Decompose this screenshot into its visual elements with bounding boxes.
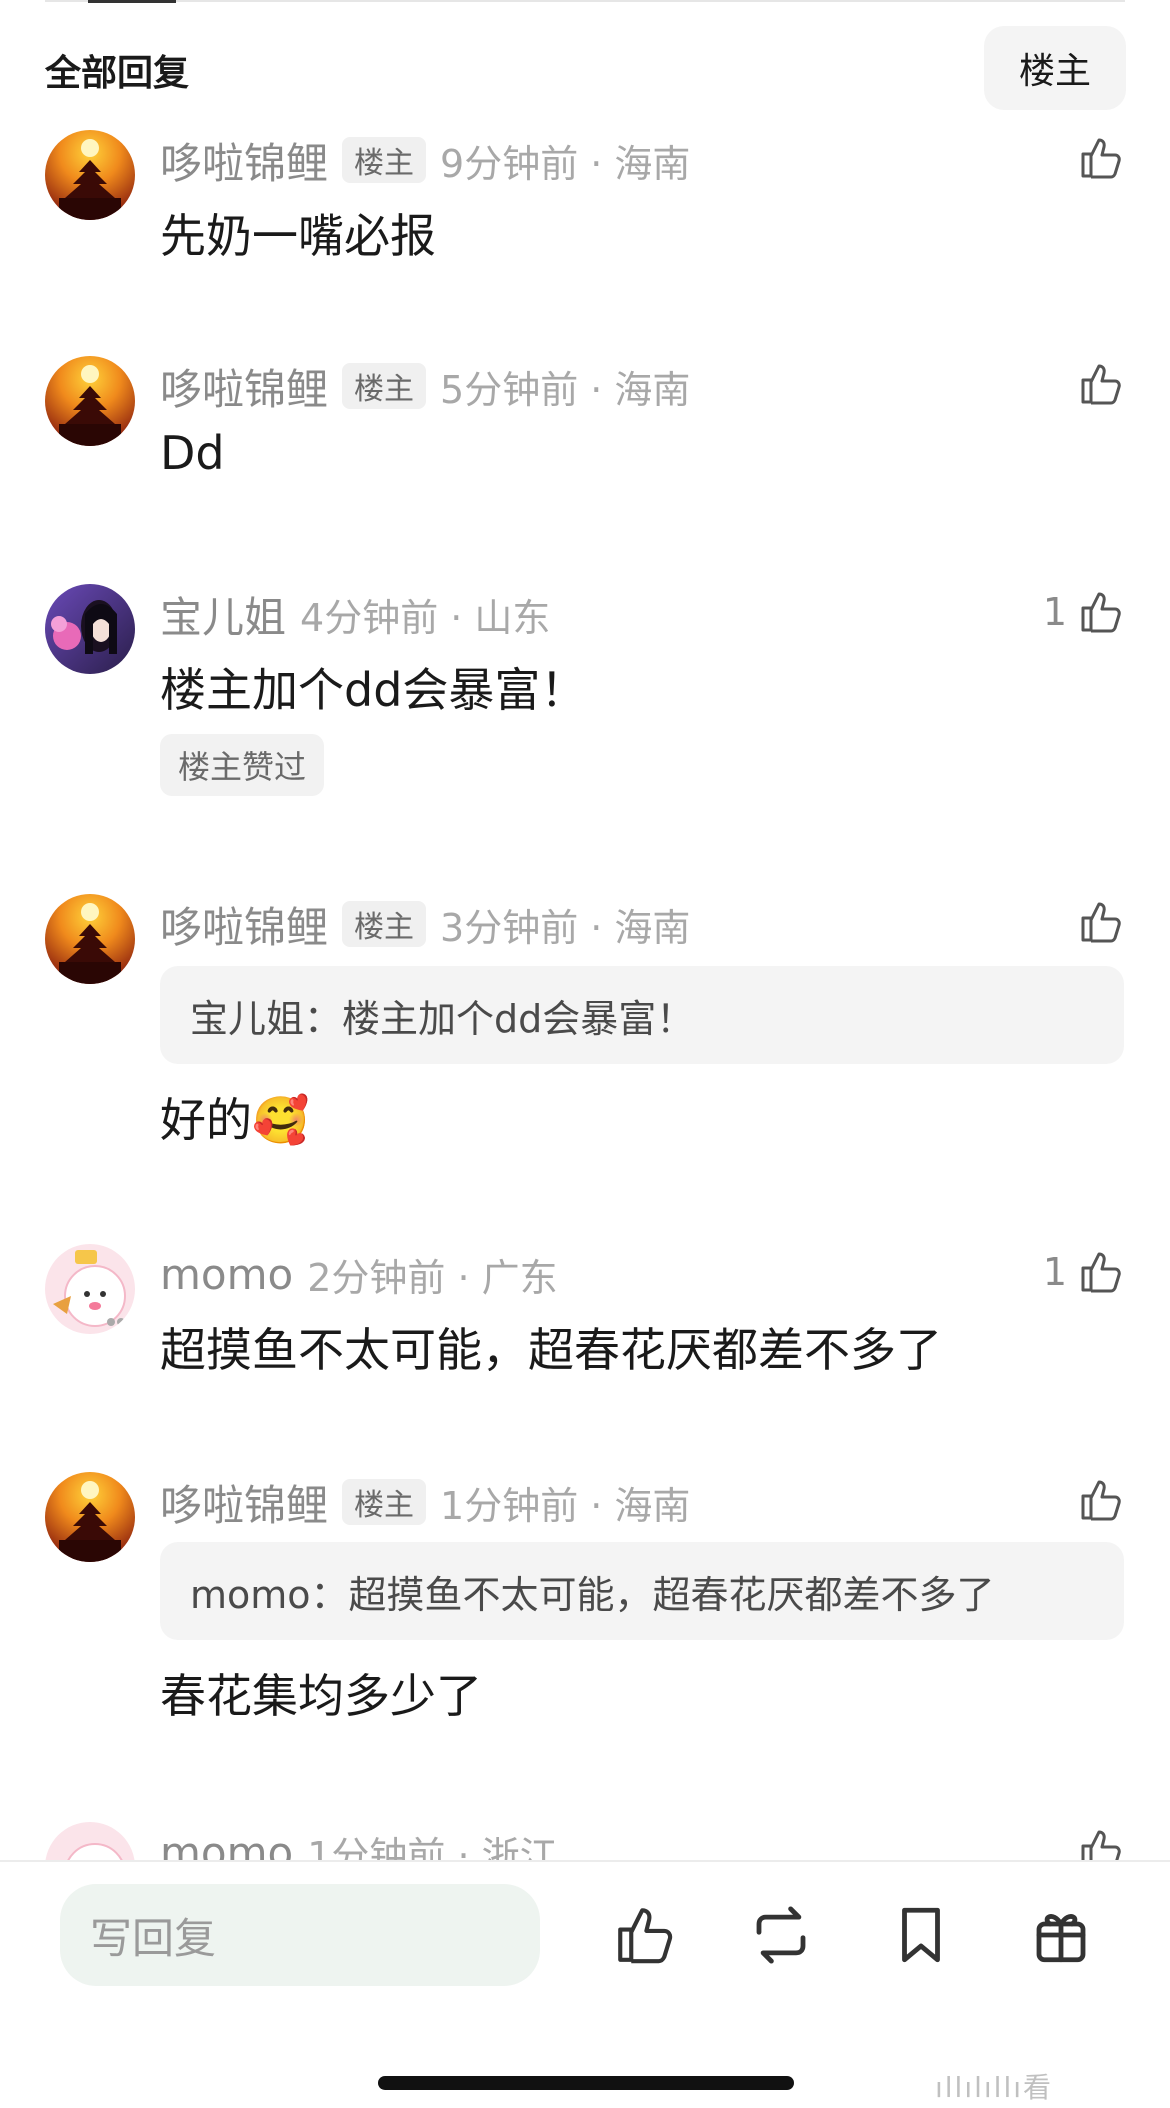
op-liked-badge: 楼主赞过 [160,734,325,796]
username[interactable]: 哆啦锦鲤 [160,1472,328,1533]
cartoon-pink-avatar-icon [45,1244,135,1334]
thumbs-up-icon[interactable] [612,1902,678,1968]
op-only-filter-button[interactable]: 楼主 [984,26,1126,110]
reply-input[interactable]: 写回复 [60,1884,540,1986]
avatar[interactable] [45,1472,135,1562]
username[interactable]: 哆啦锦鲤 [160,130,328,191]
comment-meta: 9分钟前 · 海南 [440,141,691,186]
comment-header: momo 2分钟前 · 广东 [160,1246,558,1302]
like-button[interactable]: 1 [1043,1242,1125,1302]
anime-girl-avatar-icon [45,584,135,674]
pagoda-sunset-avatar-icon [45,894,135,984]
username[interactable]: 宝儿姐 [160,584,286,645]
avatar[interactable] [45,1822,135,1860]
avatar[interactable] [45,130,135,220]
comment-meta: 1分钟前 · 浙江 [307,1833,558,1861]
like-count: 1 [1042,590,1067,634]
comment-text: 先奶一嘴必报 [160,209,436,263]
comment-text: 春花集均多少了 [160,1669,482,1723]
op-badge: 楼主 [342,901,427,947]
pagoda-sunset-avatar-icon [45,356,135,446]
username[interactable]: 哆啦锦鲤 [160,894,328,955]
thumbs-up-icon [1081,138,1121,179]
pagoda-sunset-avatar-icon [45,130,135,220]
comment-header: 宝儿姐 4分钟前 · 山东 [160,586,550,642]
quoted-reply[interactable]: 宝儿姐：楼主加个dd会暴富！ [160,966,1124,1064]
comment-header: 哆啦锦鲤 楼主 3分钟前 · 海南 [160,896,690,952]
bottom-action-bar: 写回复 ıllılıllı看 [0,1860,1170,2108]
like-button[interactable] [1067,1470,1125,1530]
avatar[interactable] [45,584,135,674]
comment-header: 哆啦锦鲤 楼主 5分钟前 · 海南 [160,358,690,414]
comment-text: 楼主加个dd会暴富！ [160,663,587,717]
comment-meta: 1分钟前 · 海南 [440,1483,691,1528]
comment-header: 哆啦锦鲤 楼主 9分钟前 · 海南 [160,132,690,188]
home-indicator[interactable] [378,2076,794,2090]
comment-meta: 4分钟前 · 山东 [300,595,551,640]
like-count: 1 [1042,1250,1067,1294]
comment-text: 好的🥰 [160,1093,310,1147]
thumbs-up-icon [1081,364,1121,405]
comment-header: 哆啦锦鲤 楼主 1分钟前 · 海南 [160,1474,690,1530]
pagoda-sunset-avatar-icon [45,1472,135,1562]
username[interactable]: momo [160,1828,293,1861]
op-badge: 楼主 [342,137,427,183]
thumbs-up-icon [1081,1480,1121,1521]
op-badge: 楼主 [342,363,427,409]
comment-header: momo 1分钟前 · 浙江 [160,1824,558,1861]
gift-icon[interactable] [1028,1902,1094,1968]
cartoon-pink-avatar-icon [45,1822,135,1860]
thumbs-up-icon [1081,902,1121,943]
like-button[interactable] [1067,354,1125,414]
like-button[interactable] [1067,892,1125,952]
avatar[interactable] [45,894,135,984]
comment-text: Dd [160,426,225,480]
avatar[interactable] [45,1244,135,1334]
quoted-reply[interactable]: momo：超摸鱼不太可能，超春花厌都差不多了 [160,1542,1124,1640]
page-title: 全部回复 [45,53,190,94]
comment-text: 超摸鱼不太可能，超春花厌都差不多了 [160,1323,942,1377]
like-button[interactable] [1067,128,1125,188]
replies-header: 全部回复 楼主 [0,0,1170,120]
username[interactable]: 哆啦锦鲤 [160,356,328,417]
thumbs-up-icon [1081,1830,1121,1860]
comment-meta: 5分钟前 · 海南 [440,367,691,412]
watermark: ıllılıllı看 [935,2071,1054,2104]
bookmark-icon[interactable] [888,1902,954,1968]
comment-meta: 2分钟前 · 广东 [307,1255,558,1300]
thumbs-up-icon [1081,592,1121,633]
like-button[interactable] [1077,1820,1125,1860]
avatar[interactable] [45,356,135,446]
repost-icon[interactable] [748,1902,814,1968]
comment-list: 哆啦锦鲤 楼主 9分钟前 · 海南 先奶一嘴必报 哆啦锦鲤 楼主 5分钟前 · … [0,0,1170,1860]
like-button[interactable]: 1 [1043,582,1125,642]
username[interactable]: momo [160,1250,293,1299]
comment-meta: 3分钟前 · 海南 [440,905,691,950]
op-badge: 楼主 [342,1479,427,1525]
thumbs-up-icon [1081,1252,1121,1293]
